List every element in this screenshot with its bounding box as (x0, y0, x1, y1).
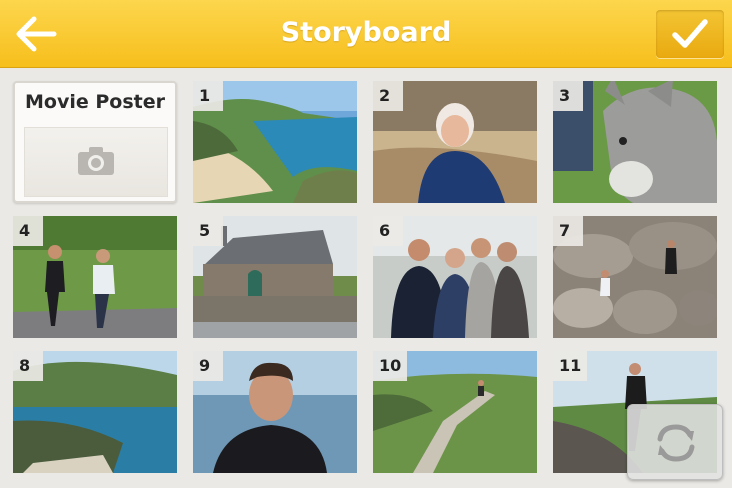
tile-number: 1 (193, 81, 223, 111)
storyboard-tile-6[interactable]: 6 (373, 216, 537, 338)
movie-poster-slot[interactable]: Movie Poster (13, 81, 177, 203)
storyboard-tile-3[interactable]: 3 (553, 81, 717, 203)
storyboard-tile-5[interactable]: 5 (193, 216, 357, 338)
tile-number: 8 (13, 351, 43, 381)
storyboard-tile-9[interactable]: 9 (193, 351, 357, 473)
rotate-arrows-icon (657, 424, 695, 462)
tile-number: 11 (553, 351, 588, 381)
tile-number: 10 (373, 351, 408, 381)
rotate-button[interactable] (627, 404, 723, 480)
arrow-left-icon (16, 16, 57, 52)
tile-number: 9 (193, 351, 223, 381)
top-bar: Storyboard (0, 0, 732, 68)
storyboard-tile-7[interactable]: 7 (553, 216, 717, 338)
movie-poster-label: Movie Poster (25, 91, 165, 113)
tile-number: 2 (373, 81, 403, 111)
storyboard-tile-4[interactable]: 4 (13, 216, 177, 338)
storyboard-tile-8[interactable]: 8 (13, 351, 177, 473)
page-title: Storyboard (280, 17, 452, 48)
checkmark-icon (672, 19, 708, 48)
poster-placeholder (24, 127, 168, 197)
back-button[interactable] (10, 10, 66, 58)
tile-number: 7 (553, 216, 583, 246)
tile-number: 5 (193, 216, 223, 246)
done-button[interactable] (656, 10, 724, 58)
storyboard-tile-2[interactable]: 2 (373, 81, 537, 203)
storyboard-tile-1[interactable]: 1 (193, 81, 357, 203)
tile-number: 6 (373, 216, 403, 246)
storyboard-tile-10[interactable]: 10 (373, 351, 537, 473)
camera-icon (78, 147, 114, 175)
tile-number: 3 (553, 81, 583, 111)
tile-number: 4 (13, 216, 43, 246)
storyboard-grid: Movie Poster 1 2 3 4 5 6 7 8 9 10 11 (0, 68, 732, 488)
